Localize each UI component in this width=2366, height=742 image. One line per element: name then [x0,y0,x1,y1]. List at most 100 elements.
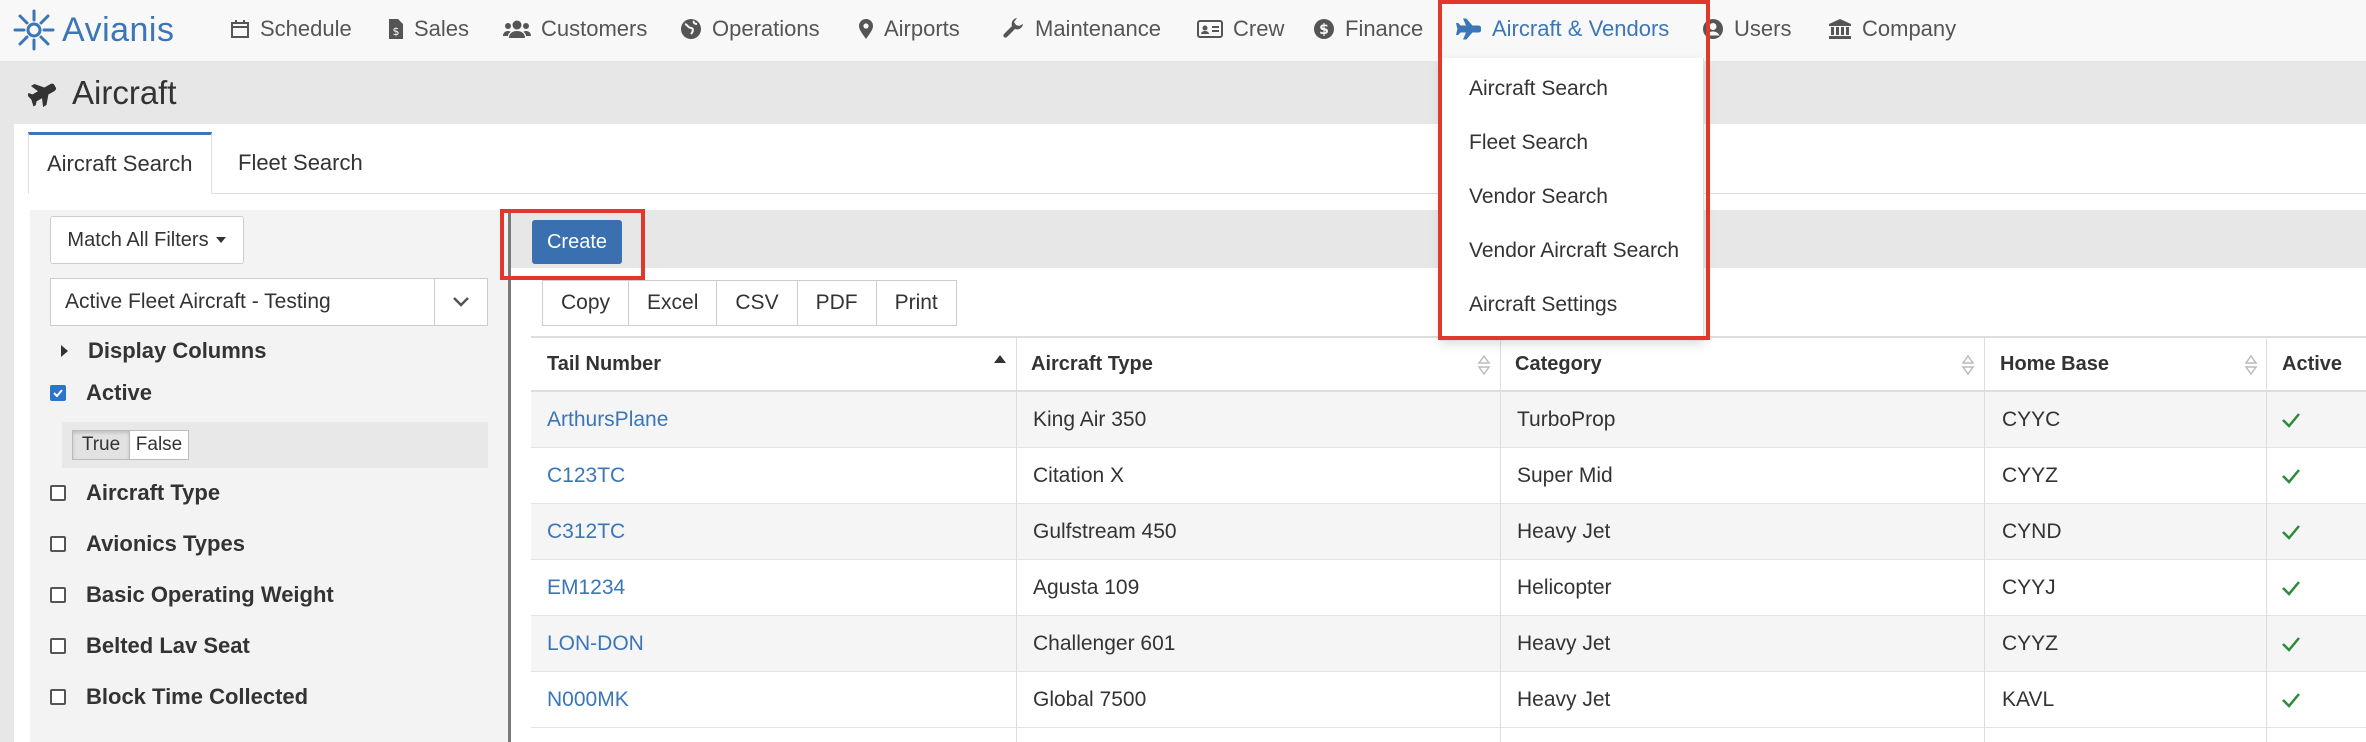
tail-number-link[interactable]: EM1234 [547,560,625,616]
sort-both-icon [2244,354,2258,376]
nav-operations[interactable]: Operations [680,0,820,58]
category-cell: TurboProp [1517,408,1616,431]
filter-active[interactable]: Active [50,378,152,408]
match-label: Match All Filters [67,228,209,251]
aircraft-type-cell: Challenger 601 [1033,632,1176,655]
brand-logo[interactable]: Avianis [12,8,175,52]
display-columns-toggle[interactable]: Display Columns [50,336,266,366]
top-navbar: Avianis Schedule $ Sales Customers Opera… [0,0,2366,62]
nav-company[interactable]: Company [1828,0,1956,58]
menu-aircraft-search[interactable]: Aircraft Search [1469,62,1608,116]
home-base-cell: CYYJ [2002,576,2056,599]
nav-finance[interactable]: $ Finance [1313,0,1423,58]
menu-vendor-search[interactable]: Vendor Search [1469,170,1608,224]
select-toggle[interactable] [434,279,487,325]
menu-fleet-search[interactable]: Fleet Search [1469,116,1588,170]
nav-maintenance[interactable]: Maintenance [1003,0,1161,58]
active-cell [2281,672,2301,728]
nav-airports[interactable]: Airports [858,0,960,58]
filter-label: Block Time Collected [86,684,309,709]
nav-label: Crew [1233,16,1285,41]
nav-sales[interactable]: $ Sales [388,0,469,58]
nav-crew[interactable]: Crew [1197,0,1284,58]
tab-divider [28,193,2366,194]
create-button[interactable]: Create [532,220,622,264]
table-row[interactable]: N000MK Global 7500 Heavy Jet KAVL [531,672,2366,728]
match-all-filters-button[interactable]: Match All Filters [50,216,244,264]
filter-label: Active [86,380,153,405]
nav-customers[interactable]: Customers [503,0,647,58]
menu-aircraft-settings[interactable]: Aircraft Settings [1469,278,1617,332]
filter-checkbox[interactable] [50,587,66,603]
nav-label: Operations [712,16,820,41]
excel-button[interactable]: Excel [628,280,718,326]
menu-vendor-aircraft-search[interactable]: Vendor Aircraft Search [1469,224,1679,278]
filter-basic-operating-weight[interactable]: Basic Operating Weight [50,580,334,610]
toggle-true[interactable]: True [72,430,130,460]
table-row[interactable]: ArthursPlane King Air 350 TurboProp CYYC [531,392,2366,448]
col-category[interactable]: Category [1515,338,1602,390]
saved-filter-select[interactable]: Active Fleet Aircraft - Testing [50,278,488,326]
filter-belted-lav-seat[interactable]: Belted Lav Seat [50,631,250,661]
check-icon [2282,413,2300,428]
tail-number-link[interactable]: C123TC [547,448,625,504]
tail-number-link[interactable]: N000MK [547,672,629,728]
filter-checkbox[interactable] [50,485,66,501]
nav-schedule[interactable]: Schedule [230,0,352,58]
map-marker-icon [859,19,873,39]
tab-aircraft-search[interactable]: Aircraft Search [28,132,212,194]
aircraft-type-cell: Global 7500 [1033,688,1147,711]
filter-checkbox[interactable] [50,536,66,552]
table-row[interactable]: EM1234 Agusta 109 Helicopter CYYJ [531,560,2366,616]
tail-number-link[interactable]: C312TC [547,504,625,560]
table-row[interactable]: LON-DON Challenger 601 Heavy Jet CYYZ [531,616,2366,672]
filter-block-time-collected[interactable]: Block Time Collected [50,682,308,712]
tail-number-link[interactable]: ArthursPlane [547,392,668,448]
column-divider [1500,336,1501,742]
tail-number-link[interactable]: LON-DON [547,616,644,672]
page-title: Aircraft [28,62,177,124]
tab-fleet-search[interactable]: Fleet Search [238,132,363,194]
check-icon [2282,525,2300,540]
active-cell [2281,504,2301,560]
nav-label: Maintenance [1035,16,1161,41]
nav-label: Sales [414,16,470,41]
pdf-button[interactable]: PDF [796,280,877,326]
nav-users[interactable]: Users [1702,0,1791,58]
logo-emblem-icon [13,9,55,51]
caret-down-icon [215,237,226,243]
col-tail-number[interactable]: Tail Number [547,338,661,390]
nav-label: Airports [884,16,960,41]
table-row[interactable]: C123TC Citation X Super Mid CYYZ [531,448,2366,504]
chevron-down-icon [453,297,469,307]
bank-icon [1829,19,1851,39]
col-aircraft-type[interactable]: Aircraft Type [1031,338,1153,390]
active-checkbox[interactable] [50,385,66,401]
filter-aircraft-type[interactable]: Aircraft Type [50,478,220,508]
col-home-base[interactable]: Home Base [2000,338,2109,390]
csv-button[interactable]: CSV [716,280,798,326]
col-active[interactable]: Active [2282,338,2342,390]
sort-both-icon [1477,354,1491,376]
nav-aircraft-vendors[interactable]: Aircraft & Vendors [1456,0,1669,58]
home-base-cell: CYND [2002,520,2062,543]
toggle-false[interactable]: False [129,430,189,460]
category-cell: Heavy Jet [1517,688,1611,711]
plane-icon [28,83,57,107]
active-cell [2281,560,2301,616]
filter-checkbox[interactable] [50,689,66,705]
category-cell: Helicopter [1517,576,1612,599]
aircraft-type-cell: Gulfstream 450 [1033,520,1177,543]
print-button[interactable]: Print [875,280,957,326]
users-icon [503,20,531,38]
sort-both-icon [1961,354,1975,376]
table-header: Tail Number Aircraft Type Category Home … [531,336,2366,392]
panel-resize-handle[interactable] [508,210,511,742]
filter-checkbox[interactable] [50,638,66,654]
table-row[interactable]: C312TC Gulfstream 450 Heavy Jet CYND [531,504,2366,560]
aircraft-type-cell: King Air 350 [1033,408,1147,431]
user-circle-icon [1703,19,1723,39]
filter-avionics-types[interactable]: Avionics Types [50,529,245,559]
copy-button[interactable]: Copy [542,280,630,326]
action-bar [511,210,2366,268]
